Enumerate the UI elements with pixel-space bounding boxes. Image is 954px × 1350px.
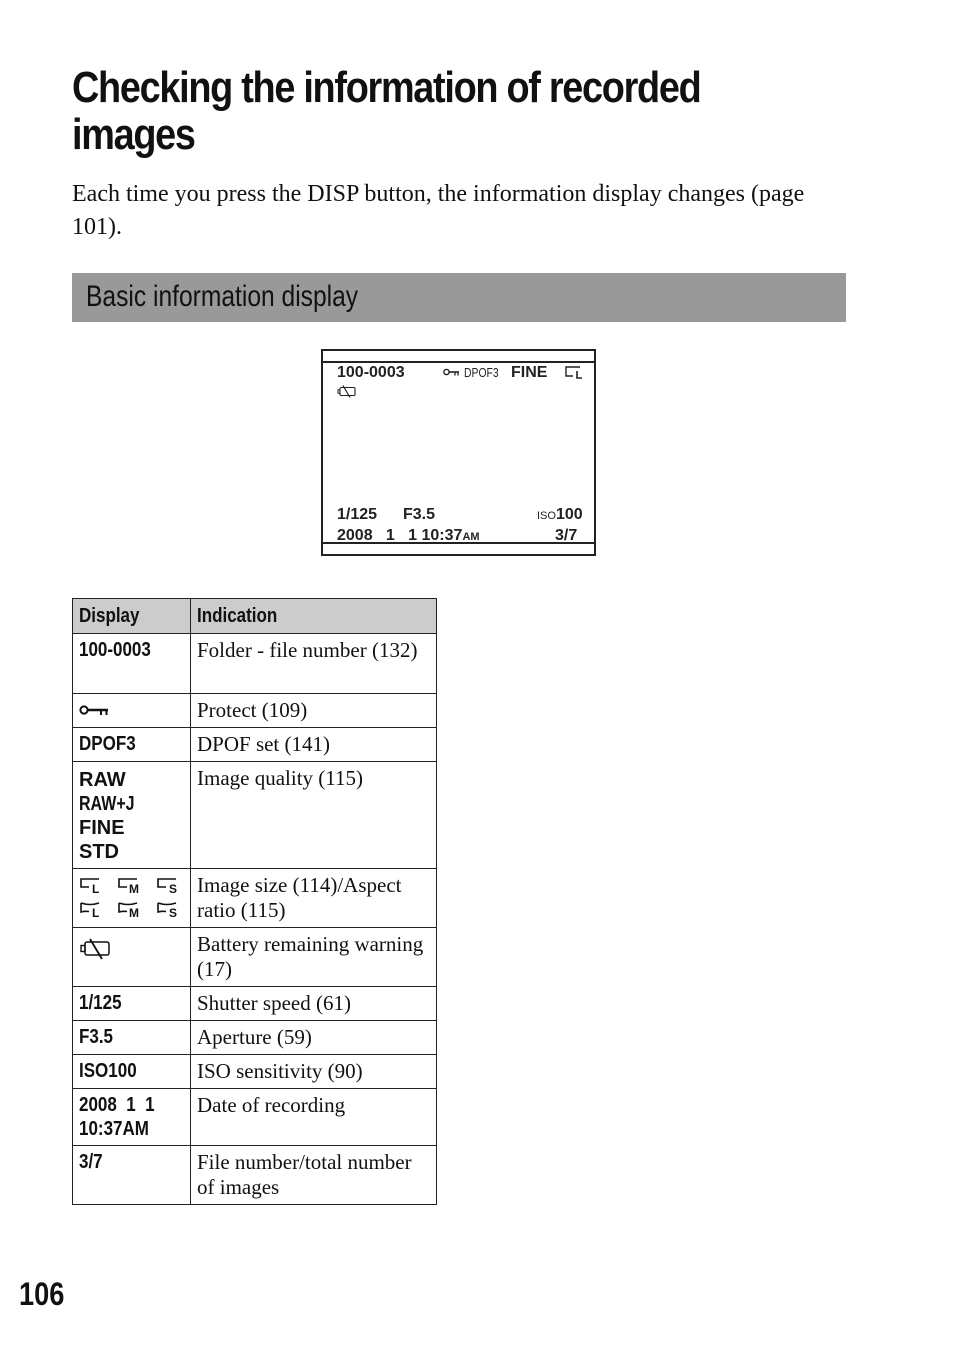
lcd-shutter: 1/125	[337, 506, 378, 523]
indication-cell: Battery remaining warning (17)	[190, 927, 437, 987]
display-cell: 100-0003	[72, 633, 191, 694]
display-value-time: 10:37AM	[79, 1118, 149, 1140]
display-cell: L M S L M S	[72, 868, 191, 928]
lcd-battery	[337, 383, 357, 401]
quality-std: STD	[79, 841, 119, 863]
lcd-date: 2008 1 1 10:37AM	[337, 527, 480, 546]
lcd-iso: ISO100	[537, 506, 583, 525]
section-heading: Basic information display	[86, 280, 359, 313]
table-header-row: Display Indication	[72, 598, 437, 634]
indication-cell: Folder - file number (132)	[190, 633, 437, 694]
display-value: ISO100	[79, 1060, 137, 1082]
intro-text: Each time you press the DISP button, the…	[72, 181, 805, 240]
page-title: Checking the information of recorded ima…	[72, 63, 702, 159]
display-cell: DPOF3	[72, 727, 191, 762]
column-header-indication-label: Indication	[197, 605, 278, 627]
display-cell: 2008 1 1 10:37AM	[72, 1088, 191, 1146]
display-value: 100-0003	[79, 639, 151, 661]
indication-cell: Image size (114)/Aspect ratio (115)	[190, 868, 437, 928]
size-wide-M-icon: M	[117, 902, 139, 919]
image-size-icons-standard: L M S	[79, 877, 184, 895]
display-cell: ISO100	[72, 1054, 191, 1089]
display-cell: 3/7	[72, 1145, 191, 1205]
lcd-image-size	[564, 364, 584, 382]
table-row: 1/125 Shutter speed (61)	[72, 986, 437, 1021]
table-row: ISO100 ISO sensitivity (90)	[72, 1054, 437, 1089]
size-M-icon: M	[117, 878, 139, 895]
display-cell	[72, 693, 191, 728]
size-wide-S-icon: S	[157, 902, 177, 919]
display-value: DPOF3	[79, 733, 136, 755]
lcd-protect-dpof: DPOF3	[443, 364, 508, 382]
lcd-quality: FINE	[511, 364, 548, 381]
lcd-date-value: 2008 1 1 10:37	[337, 527, 463, 544]
column-header-display: Display	[72, 598, 191, 634]
lcd-iso-value: 100	[555, 506, 583, 523]
svg-text:M: M	[129, 882, 139, 895]
lcd-ampm: AM	[462, 531, 480, 543]
battery-warning-icon	[80, 938, 110, 960]
indication-cell: DPOF set (141)	[190, 727, 437, 762]
size-L-icon: L	[80, 878, 99, 895]
lcd-screen-illustration: 100-0003 DPOF3 FINE 1/125 F3.5 ISO100 20…	[321, 349, 596, 556]
size-S-icon: S	[157, 878, 177, 895]
indication-cell: File number/total number of images	[190, 1145, 437, 1205]
svg-text:S: S	[169, 906, 177, 919]
lcd-file-count: 3/7	[555, 527, 578, 544]
display-cell: RAW RAW+J FINE STD	[72, 761, 191, 869]
column-header-display-label: Display	[79, 605, 140, 627]
table-row: RAW RAW+J FINE STD Image quality (115)	[72, 761, 437, 869]
table-row: L M S L M S Image size (114)/Aspect rati…	[72, 868, 437, 928]
table-row: 3/7 File number/total number of images	[72, 1145, 437, 1205]
indication-cell: Aperture (59)	[190, 1020, 437, 1055]
indication-cell: Image quality (115)	[190, 761, 437, 869]
display-value: 1/125	[79, 992, 122, 1014]
quality-fine: FINE	[79, 817, 125, 839]
svg-text:L: L	[92, 882, 99, 895]
lcd-aperture: F3.5	[403, 506, 436, 523]
display-value-date: 2008 1 1	[79, 1094, 155, 1116]
display-cell: 1/125	[72, 986, 191, 1021]
key-icon	[443, 368, 459, 376]
table-row: 2008 1 1 10:37AM Date of recording	[72, 1088, 437, 1146]
display-value: 3/7	[79, 1151, 103, 1173]
lcd-dpof: DPOF3	[464, 365, 500, 380]
lcd-iso-label: ISO	[537, 510, 556, 522]
display-indication-table: Display Indication 100-0003 Folder - fil…	[72, 598, 437, 1205]
table-row: Protect (109)	[72, 693, 437, 728]
lcd-top-rule	[323, 361, 594, 363]
key-icon	[79, 705, 108, 715]
svg-text:M: M	[129, 906, 139, 919]
svg-text:S: S	[169, 882, 177, 895]
table-row: Battery remaining warning (17)	[72, 927, 437, 987]
quality-raw-jpeg: RAW+J	[79, 793, 135, 815]
display-cell	[72, 927, 191, 987]
table-row: DPOF3 DPOF set (141)	[72, 727, 437, 762]
lcd-folder-file: 100-0003	[337, 364, 405, 381]
page-number: 106	[19, 1276, 65, 1312]
quality-raw: RAW	[79, 769, 126, 791]
display-value: F3.5	[79, 1026, 114, 1048]
display-cell: F3.5	[72, 1020, 191, 1055]
indication-cell: Protect (109)	[190, 693, 437, 728]
size-wide-L-icon: L	[80, 902, 99, 919]
image-size-large-icon	[565, 366, 582, 379]
section-heading-band: Basic information display	[72, 273, 846, 322]
indication-cell: ISO sensitivity (90)	[190, 1054, 437, 1089]
svg-text:L: L	[92, 906, 99, 919]
table-row: F3.5 Aperture (59)	[72, 1020, 437, 1055]
table-row: 100-0003 Folder - file number (132)	[72, 633, 437, 694]
battery-warning-icon	[337, 385, 356, 399]
indication-cell: Date of recording	[190, 1088, 437, 1146]
column-header-indication: Indication	[190, 598, 437, 634]
image-size-icons-wide: L M S	[79, 901, 184, 919]
indication-cell: Shutter speed (61)	[190, 986, 437, 1021]
